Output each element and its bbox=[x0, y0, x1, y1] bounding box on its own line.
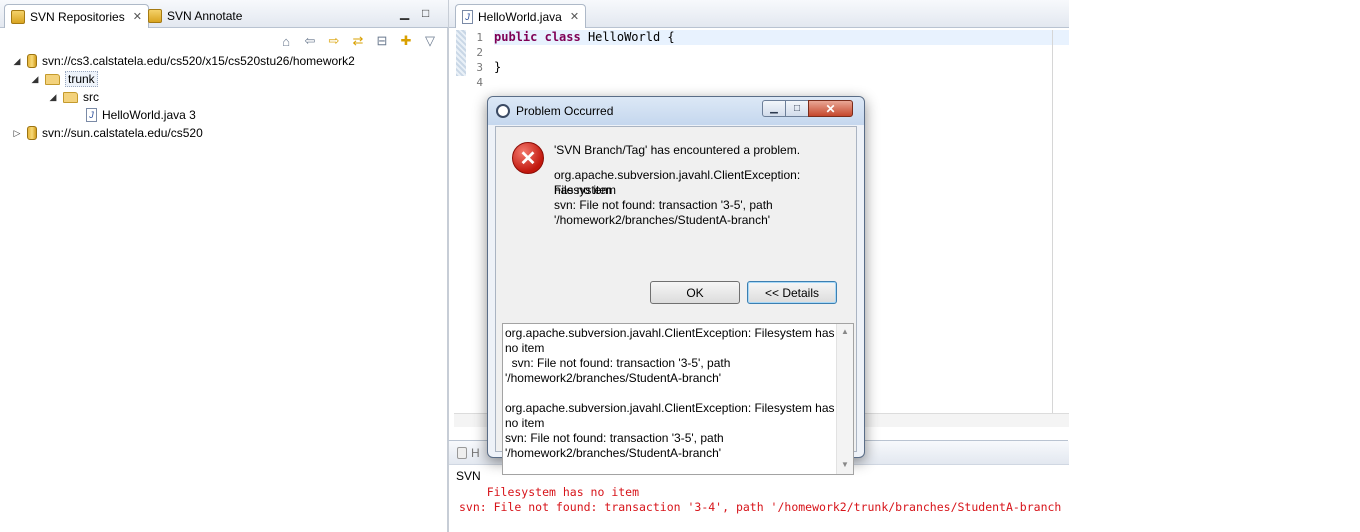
new-repository-icon[interactable]: ✚ bbox=[397, 32, 415, 50]
java-file-icon: J bbox=[462, 9, 473, 24]
svn-annotate-icon bbox=[148, 9, 162, 23]
error-message: 'SVN Branch/Tag' has encountered a probl… bbox=[554, 143, 801, 157]
view-menu-icon[interactable]: ▽ bbox=[421, 32, 439, 50]
error-reason-line: '/homework2/branches/StudentA-branch' bbox=[554, 213, 771, 227]
expanded-arrow-icon[interactable]: ◢ bbox=[48, 92, 58, 103]
code-line-4[interactable] bbox=[494, 75, 1069, 90]
console-tab-label: H bbox=[471, 446, 480, 460]
tree-item-trunk[interactable]: ◢ trunk bbox=[30, 70, 98, 88]
repositories-toolbar: ⌂ ⇦ ⇨ ⇄ ⊟ ✚ ▽ bbox=[277, 32, 439, 50]
details-line: org.apache.subversion.javahl.ClientExcep… bbox=[505, 326, 835, 340]
code-text: } bbox=[494, 60, 502, 74]
tab-history[interactable]: H bbox=[457, 446, 480, 460]
code-area[interactable]: public class HelloWorld { } bbox=[494, 30, 1069, 90]
details-line: '/homework2/branches/StudentA-branch' bbox=[505, 371, 722, 385]
svn-repository-icon bbox=[11, 9, 25, 24]
tab-label: SVN Repositories bbox=[30, 9, 125, 24]
line-number: 4 bbox=[476, 76, 483, 89]
details-scrollbar[interactable]: ▲ ▼ bbox=[836, 324, 853, 474]
line-number: 3 bbox=[476, 61, 483, 74]
close-icon[interactable]: ✕ bbox=[570, 10, 579, 23]
repo2-label: svn://sun.calstatela.edu/cs520 bbox=[42, 126, 203, 140]
home-icon[interactable]: ⌂ bbox=[277, 32, 295, 50]
repository-icon bbox=[27, 54, 37, 68]
expanded-arrow-icon[interactable]: ◢ bbox=[12, 56, 22, 67]
tab-helloworld-java[interactable]: J HelloWorld.java ✕ bbox=[455, 4, 587, 28]
line-number: 2 bbox=[476, 46, 483, 59]
error-icon: ✕ bbox=[512, 142, 544, 174]
tree-item-repo1[interactable]: ◢ svn://cs3.calstatela.edu/cs520/x15/cs5… bbox=[12, 52, 355, 70]
java-file-icon: J bbox=[86, 108, 97, 122]
print-margin bbox=[1052, 30, 1053, 413]
code-line-1[interactable]: public class HelloWorld { bbox=[494, 30, 1069, 45]
history-icon bbox=[457, 447, 467, 459]
tab-svn-annotate[interactable]: SVN Annotate bbox=[142, 4, 248, 28]
collapse-all-icon[interactable]: ⊟ bbox=[373, 32, 391, 50]
tree-item-repo2[interactable]: ▷ svn://sun.calstatela.edu/cs520 bbox=[12, 124, 203, 142]
details-line bbox=[505, 386, 835, 401]
keyword: class bbox=[544, 30, 581, 44]
minimize-button[interactable]: ▁ bbox=[762, 100, 786, 117]
details-line: svn: File not found: transaction '3-5', … bbox=[505, 356, 731, 370]
problem-occurred-dialog: Problem Occurred ▁ □ ✕ ✕ 'SVN Branch/Tag… bbox=[487, 96, 865, 475]
details-text: org.apache.subversion.javahl.ClientExcep… bbox=[505, 326, 835, 461]
close-button[interactable]: ✕ bbox=[808, 100, 853, 117]
code-line-2[interactable] bbox=[494, 45, 1069, 60]
dialog-title: Problem Occurred bbox=[516, 104, 614, 118]
ok-button[interactable]: OK bbox=[650, 281, 740, 304]
details-line: '/homework2/branches/StudentA-branch' bbox=[505, 446, 722, 460]
forward-arrow-icon[interactable]: ⇨ bbox=[325, 32, 343, 50]
file-label: HelloWorld.java 3 bbox=[102, 108, 196, 122]
editor-tabbar: J HelloWorld.java ✕ bbox=[449, 0, 1069, 28]
close-icon[interactable]: ✕ bbox=[133, 10, 142, 23]
dialog-titlebar[interactable]: Problem Occurred ▁ □ ✕ bbox=[488, 97, 864, 125]
tree-item-src[interactable]: ◢ src bbox=[48, 88, 99, 106]
collapsed-arrow-icon[interactable]: ▷ bbox=[12, 128, 22, 139]
folder-icon bbox=[63, 91, 78, 103]
tree-item-helloworld[interactable]: J HelloWorld.java 3 bbox=[86, 106, 196, 124]
maximize-button[interactable]: □ bbox=[785, 100, 809, 117]
tab-svn-repositories[interactable]: SVN Repositories ✕ bbox=[4, 4, 149, 28]
details-line: no item bbox=[505, 341, 545, 355]
expanded-arrow-icon[interactable]: ◢ bbox=[30, 74, 40, 85]
back-arrow-icon[interactable]: ⇦ bbox=[301, 32, 319, 50]
maximize-view-icon[interactable]: □ bbox=[422, 6, 429, 20]
details-line: org.apache.subversion.javahl.ClientExcep… bbox=[505, 401, 835, 415]
keyword: public bbox=[494, 30, 538, 44]
details-text-area[interactable]: org.apache.subversion.javahl.ClientExcep… bbox=[502, 323, 854, 475]
line-number: 1 bbox=[476, 31, 483, 44]
link-icon[interactable]: ⇄ bbox=[349, 32, 367, 50]
tab-label: SVN Annotate bbox=[167, 9, 243, 23]
console-line: Filesystem has no item bbox=[459, 485, 640, 499]
error-reason-line: svn: File not found: transaction '3-5', … bbox=[554, 198, 773, 212]
code-text: HelloWorld { bbox=[580, 30, 675, 44]
code-line-3[interactable]: } bbox=[494, 60, 1069, 75]
scroll-down-icon[interactable]: ▼ bbox=[841, 460, 849, 469]
svn-repositories-view: SVN Repositories ✕ SVN Annotate ▁ □ ⌂ ⇦ … bbox=[0, 0, 448, 532]
minimize-view-icon[interactable]: ▁ bbox=[400, 6, 409, 20]
console-title: SVN bbox=[456, 469, 481, 483]
details-line: svn: File not found: transaction '3-5', … bbox=[505, 431, 724, 445]
src-label: src bbox=[83, 90, 99, 104]
scroll-up-icon[interactable]: ▲ bbox=[841, 327, 849, 336]
line-number-gutter: 1 2 3 4 bbox=[467, 30, 483, 90]
change-marker-bar bbox=[456, 30, 466, 76]
details-button[interactable]: << Details bbox=[747, 281, 837, 304]
eclipse-icon bbox=[496, 104, 510, 118]
left-view-tabbar: SVN Repositories ✕ SVN Annotate ▁ □ bbox=[0, 0, 448, 28]
console-line: svn: File not found: transaction '3-4', … bbox=[459, 500, 1062, 514]
details-line: no item bbox=[505, 416, 545, 430]
error-reason-line: has no item bbox=[554, 183, 617, 197]
editor-tab-label: HelloWorld.java bbox=[478, 9, 562, 24]
folder-icon bbox=[45, 73, 60, 85]
trunk-label: trunk bbox=[65, 71, 98, 87]
repository-icon bbox=[27, 126, 37, 140]
dialog-body: ✕ 'SVN Branch/Tag' has encountered a pro… bbox=[495, 126, 857, 475]
repo1-label: svn://cs3.calstatela.edu/cs520/x15/cs520… bbox=[42, 54, 355, 68]
